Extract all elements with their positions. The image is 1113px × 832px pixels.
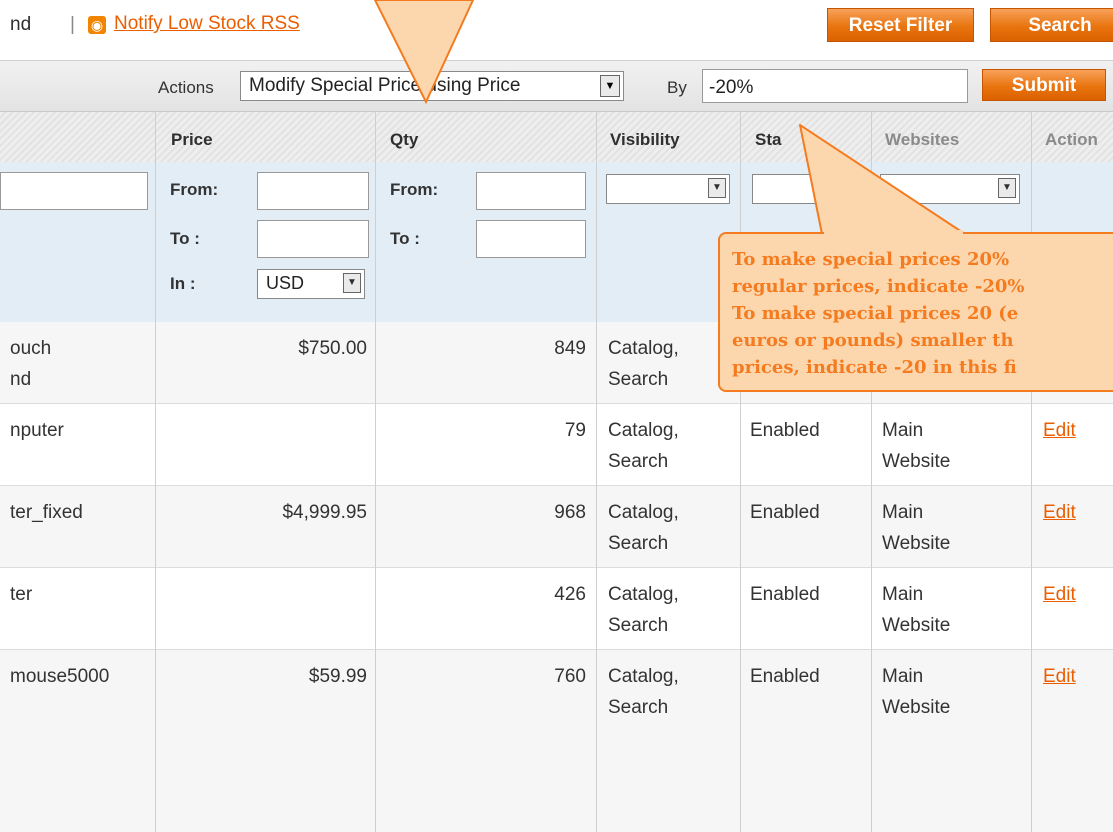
- tooltip-line: regular prices, indicate -20%: [732, 276, 1025, 297]
- column-divider: [375, 112, 376, 832]
- qty-to-label: To :: [390, 229, 420, 248]
- rss-icon[interactable]: ◉: [88, 16, 106, 34]
- name-cell: ouch: [10, 338, 52, 359]
- qty-cell: 760: [554, 666, 586, 687]
- column-divider: [596, 112, 597, 832]
- column-divider: [740, 112, 741, 832]
- column-header-qty[interactable]: Qty: [390, 130, 418, 150]
- price-cell: $750.00: [298, 338, 367, 359]
- website-cell: Website: [882, 451, 951, 472]
- column-divider: [1031, 112, 1032, 832]
- visibility-filter-select[interactable]: ▼: [606, 174, 730, 204]
- name-cell: ter: [10, 584, 33, 605]
- reset-filter-button[interactable]: Reset Filter: [827, 8, 974, 42]
- status-cell: Enabled: [750, 584, 820, 605]
- website-cell: Website: [882, 533, 951, 554]
- help-tooltip: To make special prices 20% regular price…: [718, 232, 1113, 392]
- chevron-down-icon[interactable]: ▼: [343, 273, 361, 293]
- column-header-action: Action: [1045, 130, 1098, 149]
- search-button[interactable]: Search: [990, 8, 1113, 42]
- table-row: mouse5000 $59.99 760 Catalog, Search Ena…: [0, 650, 1113, 832]
- column-header-price[interactable]: Price: [171, 130, 213, 150]
- name-cell: nd: [10, 369, 32, 390]
- column-header-status[interactable]: Sta: [755, 130, 781, 150]
- price-cell: $59.99: [308, 666, 367, 687]
- actions-select-value: Modify Special Price using Price: [249, 75, 521, 96]
- status-cell: Enabled: [750, 502, 820, 523]
- websites-filter-select[interactable]: ▼: [880, 174, 1020, 204]
- actions-select[interactable]: Modify Special Price using Price ▼: [240, 71, 624, 101]
- qty-cell: 79: [564, 420, 586, 441]
- currency-value: USD: [266, 273, 305, 293]
- chevron-down-icon[interactable]: ▼: [998, 178, 1016, 198]
- qty-from-input[interactable]: [476, 172, 586, 210]
- massaction-bar: Actions Modify Special Price using Price…: [0, 60, 1113, 112]
- price-cell: $4,999.95: [282, 502, 367, 523]
- name-cell: ter_fixed: [10, 502, 83, 523]
- visibility-cell: Catalog,: [608, 502, 679, 523]
- visibility-cell: Search: [608, 615, 669, 636]
- website-cell: Main: [882, 666, 924, 687]
- edit-link[interactable]: Edit: [1043, 415, 1076, 446]
- visibility-cell: Catalog,: [608, 584, 679, 605]
- column-divider: [871, 112, 872, 832]
- name-cell: nputer: [10, 420, 64, 441]
- visibility-cell: Search: [608, 697, 669, 718]
- visibility-cell: Search: [608, 451, 669, 472]
- edit-link[interactable]: Edit: [1043, 497, 1076, 528]
- currency-select[interactable]: USD ▼: [257, 269, 365, 299]
- by-label: By: [667, 78, 687, 97]
- table-row: ter_fixed $4,999.95 968 Catalog, Search …: [0, 486, 1113, 568]
- visibility-cell: Search: [608, 369, 669, 390]
- website-cell: Main: [882, 584, 924, 605]
- visibility-cell: Search: [608, 533, 669, 554]
- website-cell: Main: [882, 502, 924, 523]
- price-in-label: In :: [170, 274, 196, 293]
- by-input[interactable]: -20%: [702, 69, 968, 103]
- tooltip-line: euros or pounds) smaller th: [732, 330, 1014, 351]
- lead-text: nd: [10, 14, 32, 35]
- column-header-visibility[interactable]: Visibility: [610, 130, 680, 150]
- tooltip-line: To make special prices 20 (e: [732, 303, 1019, 324]
- qty-cell: 849: [554, 338, 586, 359]
- status-cell: Enabled: [750, 666, 820, 687]
- price-from-label: From:: [170, 180, 219, 199]
- chevron-down-icon[interactable]: ▼: [708, 178, 726, 198]
- grid-header: Price Qty Visibility Sta Websites Action: [0, 112, 1113, 163]
- tooltip-line: prices, indicate -20 in this fi: [732, 357, 1017, 378]
- notify-low-stock-rss-link[interactable]: Notify Low Stock RSS: [114, 13, 300, 35]
- table-row: ter 426 Catalog, Search Enabled Main Web…: [0, 568, 1113, 650]
- edit-link[interactable]: Edit: [1043, 661, 1076, 692]
- visibility-cell: Catalog,: [608, 666, 679, 687]
- qty-to-input[interactable]: [476, 220, 586, 258]
- website-cell: Website: [882, 697, 951, 718]
- separator: |: [70, 14, 75, 35]
- qty-cell: 426: [554, 584, 586, 605]
- actions-label: Actions: [158, 78, 214, 97]
- website-cell: Main: [882, 420, 924, 441]
- chevron-down-icon[interactable]: ▼: [600, 75, 620, 97]
- column-divider: [155, 112, 156, 832]
- name-cell: mouse5000: [10, 666, 110, 687]
- visibility-cell: Catalog,: [608, 420, 679, 441]
- price-to-label: To :: [170, 229, 200, 248]
- callout-seam: [824, 230, 963, 236]
- name-filter-input[interactable]: [0, 172, 148, 210]
- submit-button[interactable]: Submit: [982, 69, 1106, 101]
- website-cell: Website: [882, 615, 951, 636]
- price-to-input[interactable]: [257, 220, 369, 258]
- table-row: nputer 79 Catalog, Search Enabled Main W…: [0, 404, 1113, 486]
- column-header-websites: Websites: [885, 130, 960, 149]
- tooltip-line: To make special prices 20%: [732, 249, 1010, 270]
- qty-cell: 968: [554, 502, 586, 523]
- visibility-cell: Catalog,: [608, 338, 679, 359]
- price-from-input[interactable]: [257, 172, 369, 210]
- status-filter-select[interactable]: [752, 174, 864, 204]
- by-input-value: -20%: [709, 77, 754, 98]
- qty-from-label: From:: [390, 180, 439, 199]
- edit-link[interactable]: Edit: [1043, 579, 1076, 610]
- grid-toolbar: nd | ◉ Notify Low Stock RSS Reset Filter…: [0, 0, 1113, 55]
- status-cell: Enabled: [750, 420, 820, 441]
